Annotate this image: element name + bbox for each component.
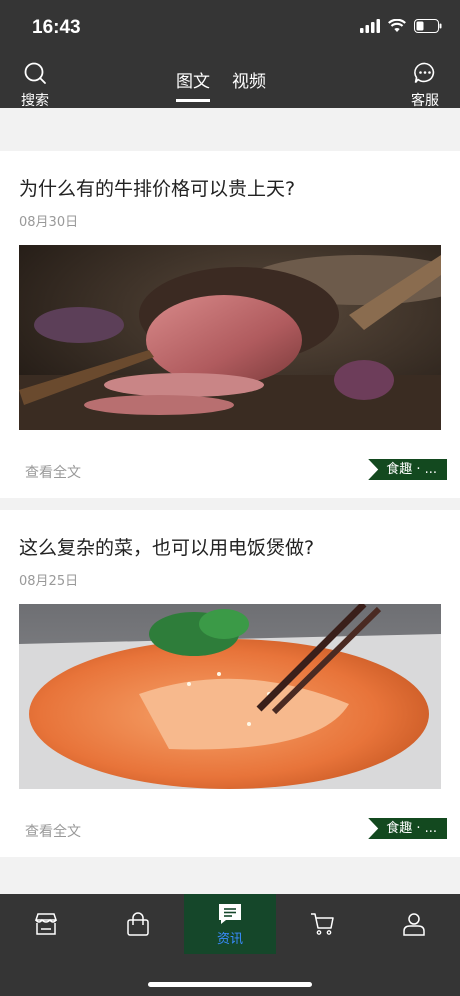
article-footer: 查看全文 食趣 · ...	[19, 789, 447, 857]
category-tag: 食趣 · ...	[368, 459, 447, 480]
feed-top-gap	[0, 108, 460, 151]
article-date: 08月25日	[19, 574, 79, 589]
category-tag: 食趣 · ...	[368, 818, 447, 839]
service-label: 客服	[411, 93, 439, 109]
customer-service-button[interactable]: 客服	[408, 61, 442, 110]
article-image-chicken[interactable]	[19, 604, 441, 789]
status-time: 16:43	[32, 17, 81, 38]
tab-graphic[interactable]: 图文	[176, 67, 210, 102]
bag-icon	[127, 912, 149, 936]
search-button[interactable]: 搜索	[18, 61, 52, 110]
card-separator	[0, 498, 460, 510]
battery-icon	[414, 19, 442, 33]
article-title[interactable]: 为什么有的牛排价格可以贵上天?	[19, 151, 441, 202]
tabbar-item-bag[interactable]	[92, 894, 184, 954]
read-more-link[interactable]: 查看全文	[25, 821, 81, 841]
signal-icon	[360, 19, 380, 33]
user-icon	[403, 913, 425, 936]
status-icons	[360, 19, 442, 33]
wifi-icon	[388, 19, 406, 32]
tab-video[interactable]: 视频	[232, 67, 266, 102]
search-label: 搜索	[21, 93, 49, 109]
tabbar-item-user[interactable]	[368, 894, 460, 954]
top-nav: 搜索 图文 视频 客服	[0, 55, 460, 110]
read-more-link[interactable]: 查看全文	[25, 462, 81, 482]
bottom-tabbar: 资讯	[0, 894, 460, 996]
article-image-steak[interactable]	[19, 245, 441, 430]
tabbar-item-cart[interactable]	[276, 894, 368, 954]
status-bar: 16:43	[0, 0, 460, 55]
tabbar-item-store[interactable]	[0, 894, 92, 954]
news-icon	[219, 903, 241, 924]
article-feed: 为什么有的牛排价格可以贵上天? 08月30日 查看全文 食趣 · ... 这么复…	[0, 108, 460, 857]
chat-icon	[414, 62, 435, 84]
store-icon	[34, 913, 58, 935]
article-footer: 查看全文 食趣 · ...	[19, 430, 447, 498]
home-indicator	[148, 982, 312, 987]
tabbar-label-news: 资讯	[216, 931, 243, 947]
cart-icon	[311, 913, 334, 935]
article-date: 08月30日	[19, 215, 79, 230]
tabbar-item-news[interactable]: 资讯	[184, 894, 276, 954]
content-tabs: 图文 视频	[176, 67, 266, 102]
article-title[interactable]: 这么复杂的菜，也可以用电饭煲做?	[19, 510, 441, 561]
search-icon	[24, 62, 46, 84]
article-card[interactable]: 这么复杂的菜，也可以用电饭煲做? 08月25日 查看全文 食趣 · ...	[0, 510, 460, 857]
article-card[interactable]: 为什么有的牛排价格可以贵上天? 08月30日 查看全文 食趣 · ...	[0, 151, 460, 498]
